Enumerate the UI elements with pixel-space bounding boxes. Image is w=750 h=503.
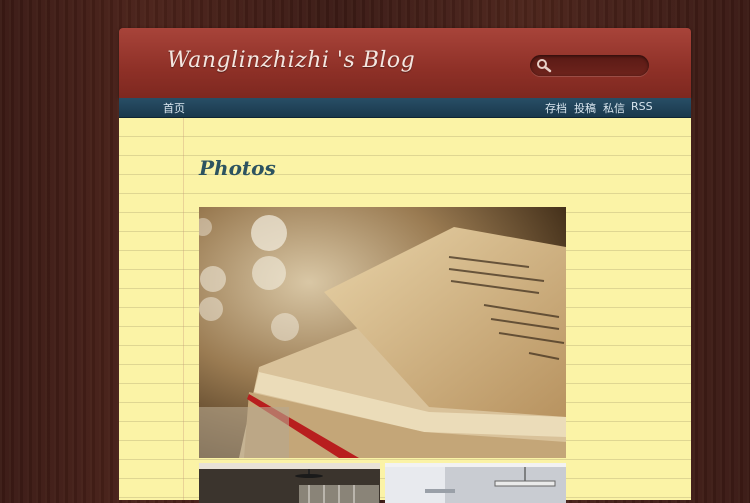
search-box[interactable] — [530, 55, 649, 76]
site-title[interactable]: Wanglinzhizhi 's Blog — [167, 48, 415, 73]
room-illustration-1 — [199, 463, 380, 503]
nav-bar: 首页 存档 投稿 私信 RSS — [119, 98, 691, 118]
ceiling-fan-room-photo[interactable] — [199, 463, 380, 503]
search-icon[interactable] — [536, 58, 552, 73]
pendant-lamp-room-photo[interactable] — [385, 463, 566, 503]
room-illustration-2 — [385, 463, 566, 503]
page-title: Photos — [199, 156, 276, 180]
paper-margin-line — [183, 118, 184, 500]
search-input[interactable] — [556, 57, 642, 73]
book-illustration — [199, 207, 566, 458]
blog-container: Wanglinzhizhi 's Blog 首页 存档 投稿 私信 RSS Ph… — [119, 28, 691, 503]
main-content: Photos — [119, 118, 691, 503]
nav-rss-link[interactable]: RSS — [631, 100, 653, 113]
site-header: Wanglinzhizhi 's Blog — [119, 28, 691, 98]
nav-message-link[interactable]: 私信 — [603, 100, 625, 116]
nav-home-link[interactable]: 首页 — [163, 100, 185, 116]
nav-submit-link[interactable]: 投稿 — [574, 100, 596, 116]
nav-archive-link[interactable]: 存档 — [545, 100, 567, 116]
open-book-photo[interactable] — [199, 207, 566, 458]
